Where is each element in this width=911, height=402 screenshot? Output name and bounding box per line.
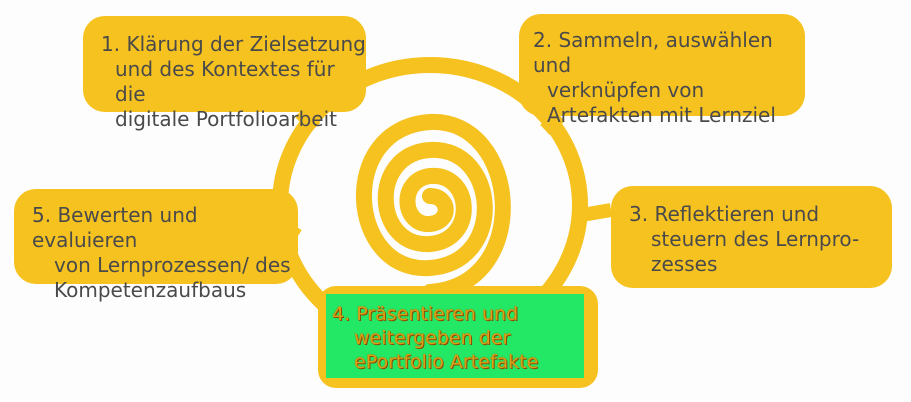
spiral-icon [356,113,511,300]
step-line: Klärung der Zielsetzung [126,32,366,56]
step-line: digitale Portfolioarbeit [115,107,337,131]
step-line: Artefakten mit Lernziel [547,103,776,127]
step-box-1: 1. Klärung der Zielsetzung und des Konte… [83,16,366,131]
step-line: Sammeln, auswählen und [533,28,773,77]
step-line: ePortfolio Artefakte [354,351,539,373]
step-line: Reflektieren und [654,202,820,226]
step-number: 5. [32,203,52,227]
step-box-5: 5. Bewerten und evaluieren von Lernproze… [14,189,298,302]
connector-3 [580,203,613,222]
step-line: weitergeben der [354,327,511,349]
step-number: 1. [101,32,121,56]
step-line: verknüpfen von [547,78,705,102]
step-line: und des Kontextes für die [115,57,335,106]
highlight-panel: 4. Präsentieren und weitergeben der ePor… [326,294,584,378]
step-line: von Lernprozessen/ des [54,253,291,277]
step-box-3: 3. Reflektieren und steuern des Lernpro-… [611,186,892,288]
step-box-4: 4. Präsentieren und weitergeben der ePor… [318,286,598,388]
step-line: Präsentieren und [356,303,519,325]
step-line: steuern des Lernpro- [651,227,860,251]
step-line: Kompetenzaufbaus [54,278,247,302]
step-line: Bewerten und evaluieren [32,203,198,252]
step-number: 2. [533,28,553,52]
step-box-2: 2. Sammeln, auswählen und verknüpfen von… [519,14,805,127]
step-number: 3. [629,202,649,226]
step-line: zesses [651,252,718,276]
step-number: 4. [332,303,351,325]
